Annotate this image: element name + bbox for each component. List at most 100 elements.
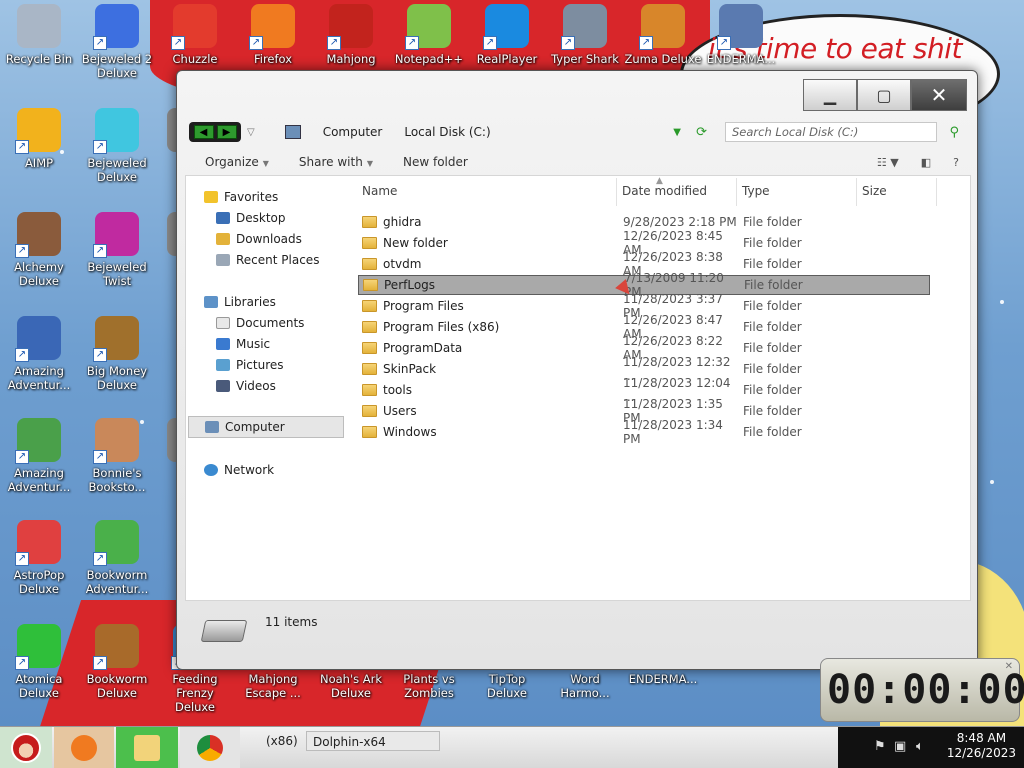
refresh-icon[interactable]: ⟳ [696,125,707,140]
desktop-icon[interactable]: ↗ Chuzzle [156,4,234,66]
desktop-icon[interactable]: ↗ Bookworm Deluxe [78,624,156,700]
desktop-icon[interactable]: ↗ Typer Shark [546,4,624,66]
nav-documents[interactable]: Documents [216,316,304,330]
file-type: File folder [743,215,802,229]
back-forward-buttons[interactable]: ◀ ▶ [189,122,241,142]
app-icon: ↗ [93,316,139,362]
file-type: File folder [743,383,802,397]
desktop-icon[interactable]: ↗ Big Money Deluxe [78,316,156,392]
nav-computer[interactable]: Computer [188,416,344,438]
taskbar-explorer[interactable] [116,727,178,768]
nav-downloads[interactable]: Downloads [216,232,302,246]
view-options-icon[interactable]: ☷ ▼ [877,156,899,169]
desktop-icon[interactable]: ↗ Bejeweled 2 Deluxe [78,4,156,80]
app-icon: ↗ [15,316,61,362]
desktop-icon[interactable]: Recycle Bin [0,4,78,66]
taskbar-item-x86[interactable]: (x86) [260,731,304,751]
column-divider[interactable] [856,178,857,206]
flag-icon[interactable]: ⚑ [874,739,886,754]
details-pane: 11 items [185,603,969,659]
search-icon[interactable]: ⚲ [949,125,959,140]
tray-clock[interactable]: 8:48 AM 12/26/2023 [947,731,1016,761]
recent-pages-dropdown-icon[interactable]: ▽ [247,127,255,138]
preview-pane-icon[interactable]: ◧ [921,156,931,169]
taskbar-item-dolphin[interactable]: Dolphin-x64 [306,731,440,751]
breadcrumb-computer[interactable]: Computer [323,125,383,139]
desktop-icon[interactable]: ↗ ENDERMA... [702,4,780,66]
network-icon[interactable]: ▣ [894,739,906,754]
file-name: ghidra [383,215,422,229]
star-icon [204,191,218,203]
desktop-icon[interactable]: ↗ Amazing Adventur... [0,316,78,392]
file-row[interactable]: Windows 11/28/2023 1:34 PM File folder [358,418,930,446]
share-with-button[interactable]: Share with ▼ [299,155,373,169]
desktop-icon-label: ENDERMA... [628,672,698,686]
desktop-icon[interactable]: ↗ Atomica Deluxe [0,624,78,700]
column-divider[interactable] [936,178,937,206]
organize-button[interactable]: Organize ▼ [205,155,269,169]
desktop-icon[interactable]: ↗ AstroPop Deluxe [0,520,78,596]
desktop-icon-label: Bejeweled 2 Deluxe [81,52,153,80]
breadcrumb-local-disk[interactable]: Local Disk (C:) [404,125,490,139]
desktop-icon[interactable]: ↗ Firefox [234,4,312,66]
column-header-type[interactable]: Type [742,184,770,198]
shortcut-arrow-icon: ↗ [171,36,185,50]
explorer-window[interactable]: ▁ ▢ ✕ ◀ ▶ ▽ Computer Local Disk (C:) ▼ ⟳… [176,70,978,670]
address-bar: ◀ ▶ ▽ Computer Local Disk (C:) ▼ ⟳ Searc… [189,119,965,145]
desktop-icon[interactable]: ↗ Bonnie's Booksto... [78,418,156,494]
desktop-icon-label: Feeding Frenzy Deluxe [172,672,218,714]
minimize-button[interactable]: ▁ [803,79,857,111]
back-arrow-icon[interactable]: ◀ [193,125,214,139]
column-header-name[interactable]: Name [362,184,397,198]
help-icon[interactable]: ? [953,156,959,169]
app-icon: ↗ [483,4,529,50]
folder-icon [134,735,160,761]
file-type: File folder [743,320,802,334]
app-icon: ↗ [15,520,61,566]
nav-recent-places[interactable]: Recent Places [216,253,319,267]
desktop-icon[interactable]: ↗ Notepad++ [390,4,468,66]
column-divider[interactable] [736,178,737,206]
file-name: SkinPack [383,362,437,376]
desktop-icon[interactable]: ↗ AIMP [0,108,78,170]
nav-network[interactable]: Network [204,463,274,477]
app-icon: ↗ [93,108,139,154]
address-dropdown-icon[interactable]: ▼ [673,127,681,138]
nav-favorites[interactable]: Favorites [204,190,278,204]
nav-libraries[interactable]: Libraries [204,295,276,309]
nav-videos[interactable]: Videos [216,379,276,393]
tray-time: 8:48 AM [956,731,1007,745]
snowflake [1000,300,1004,304]
clock-widget[interactable]: ✕ 00:00:00 [820,658,1024,722]
start-button[interactable] [0,727,52,768]
nav-pictures[interactable]: Pictures [216,358,284,372]
forward-arrow-icon[interactable]: ▶ [216,125,237,139]
desktop-icon[interactable]: ↗ Alchemy Deluxe [0,212,78,288]
desktop-icon[interactable]: ↗ Zuma Deluxe [624,4,702,66]
new-folder-button[interactable]: New folder [403,155,468,169]
shortcut-arrow-icon: ↗ [93,348,107,362]
taskbar-chrome[interactable] [180,727,240,768]
maximize-button[interactable]: ▢ [857,79,911,111]
file-type: File folder [743,299,802,313]
desktop-icon[interactable]: ↗ Bejeweled Deluxe [78,108,156,184]
nav-label: Network [224,463,275,477]
nav-music[interactable]: Music [216,337,270,351]
desktop-icon[interactable]: ↗ Amazing Adventur... [0,418,78,494]
nav-desktop[interactable]: Desktop [216,211,286,225]
column-divider[interactable] [616,178,617,206]
desktop-icon[interactable]: ↗ Bejeweled Twist [78,212,156,288]
shortcut-arrow-icon: ↗ [483,36,497,50]
folder-icon [362,426,377,438]
desktop-icon[interactable]: ↗ RealPlayer [468,4,546,66]
close-button[interactable]: ✕ [911,79,967,111]
nav-label: Pictures [236,358,284,372]
folder-icon [363,279,378,291]
column-header-date-modified[interactable]: Date modified [622,184,707,198]
search-input[interactable]: Search Local Disk (C:) [725,122,937,142]
taskbar-firefox[interactable] [54,727,114,768]
desktop-icon[interactable]: ↗ Bookworm Adventur... [78,520,156,596]
column-header-size[interactable]: Size [862,184,887,198]
desktop-icon[interactable]: ↗ Mahjong [312,4,390,66]
volume-icon[interactable]: 🔈︎ [916,739,924,754]
